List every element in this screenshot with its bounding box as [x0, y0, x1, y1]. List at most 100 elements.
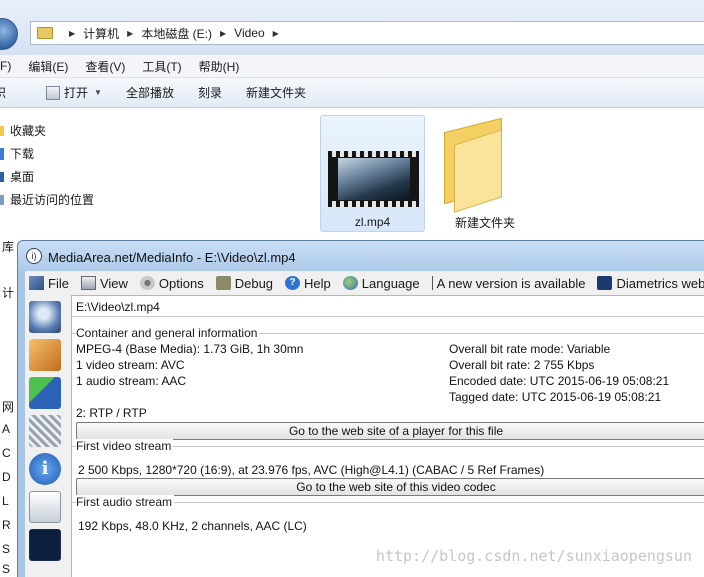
breadcrumb-video[interactable]: Video: [234, 26, 264, 40]
mediainfo-client: File View Options Debug ? Help Language A…: [25, 271, 704, 577]
chevron-right-icon: ▶: [69, 28, 76, 38]
window-title: MediaArea.net/MediaInfo - E:\Video\zl.mp…: [48, 250, 296, 265]
general-tagged-date: Tagged date: UTC 2015-06-19 05:08:21: [449, 390, 662, 404]
mediainfo-easy-view: E:\Video\zl.mp4 Container and general in…: [71, 295, 704, 577]
menu-help[interactable]: 帮助(H): [199, 58, 240, 75]
info-tool-icon[interactable]: i: [29, 453, 61, 485]
tree-item[interactable]: R: [2, 518, 11, 532]
menu-help[interactable]: ? Help: [285, 276, 331, 291]
diametrics-icon: [597, 276, 613, 290]
open-folder-tool-icon[interactable]: [29, 339, 61, 371]
chevron-right-icon: ▶: [220, 28, 227, 38]
tree-item[interactable]: C: [2, 446, 11, 460]
menu-view[interactable]: View: [80, 275, 128, 291]
general-encoded-date: Encoded date: UTC 2015-06-19 05:08:21: [449, 374, 670, 388]
menu-diametrics[interactable]: Diametrics web: [597, 276, 704, 291]
download-icon: [0, 147, 4, 160]
general-group-title: Container and general information: [76, 326, 260, 340]
mediainfo-title-bar[interactable]: i) MediaArea.net/MediaInfo - E:\Video\zl…: [18, 241, 704, 271]
export-tool-icon[interactable]: [29, 377, 61, 409]
open-file-tool-icon[interactable]: [29, 301, 61, 333]
options-icon: [139, 276, 155, 290]
globe-icon: [342, 276, 358, 290]
menu-label: Options: [158, 275, 204, 291]
menu-options[interactable]: Options: [139, 275, 204, 291]
tree-item[interactable]: S: [2, 542, 10, 556]
general-bitrate: Overall bit rate: 2 755 Kbps: [449, 358, 595, 372]
view-tool-icon[interactable]: [29, 491, 61, 523]
breadcrumb-drive[interactable]: 本地磁盘 (E:): [141, 25, 212, 42]
open-button[interactable]: 打开 ▼: [46, 84, 102, 101]
help-icon: ?: [285, 276, 301, 290]
star-icon: [0, 125, 4, 136]
explorer-address-area: ▶ 计算机 ▶ 本地磁盘 (E:) ▶ Video ▶: [0, 0, 704, 55]
tree-item[interactable]: D: [2, 470, 11, 484]
tree-item[interactable]: A: [2, 422, 10, 436]
tree-item[interactable]: L: [2, 494, 9, 508]
menu-label: A new version is available: [436, 275, 586, 291]
tree-item-computer[interactable]: 计: [2, 284, 14, 301]
tree-item[interactable]: S: [2, 562, 10, 576]
general-video-count: 1 video stream: AVC: [76, 358, 185, 372]
mediainfo-menu-bar: File View Options Debug ? Help Language A…: [25, 271, 704, 295]
menu-edit[interactable]: 编辑(E): [28, 58, 68, 75]
general-extra-stream: 2: RTP / RTP: [76, 406, 147, 420]
general-format: MPEG-4 (Base Media): 1.73 GiB, 1h 30mn: [76, 342, 304, 356]
sidebar-item-favorites[interactable]: 收藏夹: [0, 122, 46, 139]
sidebar-label: 下载: [10, 147, 35, 161]
menu-file[interactable]: File: [29, 276, 69, 291]
explorer-command-bar: 织 打开 ▼ 全部播放 刻录 新建文件夹: [0, 78, 704, 108]
file-item-zl-mp4[interactable]: zl.mp4: [320, 115, 425, 232]
audio-stream-info: 192 Kbps, 48.0 KHz, 2 channels, AAC (LC): [78, 519, 307, 533]
player-website-button[interactable]: Go to the web site of a player for this …: [76, 422, 704, 440]
menu-language[interactable]: Language: [342, 276, 420, 291]
menu-debug[interactable]: Debug: [215, 275, 274, 291]
watermark: http://blog.csdn.net/sunxiaopengsun: [375, 547, 692, 565]
folder-icon: [37, 27, 53, 39]
menu-label: Help: [304, 275, 331, 291]
explorer-menu-bar: F) 编辑(E) 查看(V) 工具(T) 帮助(H): [0, 55, 704, 78]
sidebar-item-recent[interactable]: 最近访问的位置: [0, 191, 94, 208]
sidebar-item-desktop[interactable]: 桌面: [0, 168, 34, 185]
burn-button[interactable]: 刻录: [198, 84, 222, 101]
menu-view[interactable]: 查看(V): [85, 58, 125, 75]
video-codec-website-button[interactable]: Go to the web site of this video codec: [76, 478, 704, 496]
breadcrumb-computer[interactable]: 计算机: [83, 25, 119, 42]
separator: [431, 276, 433, 290]
sidebar-label: 桌面: [10, 170, 35, 184]
sidebar-label: 最近访问的位置: [10, 193, 95, 207]
sidebar-label: 收藏夹: [10, 124, 47, 138]
menu-file[interactable]: F): [0, 59, 11, 73]
organize-label: 织: [0, 86, 7, 100]
open-label: 打开: [64, 86, 89, 100]
menu-label: Diametrics web: [616, 275, 704, 291]
chevron-right-icon[interactable]: ▶: [273, 29, 279, 38]
new-folder-button[interactable]: 新建文件夹: [246, 84, 306, 101]
menu-tools[interactable]: 工具(T): [142, 58, 181, 75]
mediainfo-window: i) MediaArea.net/MediaInfo - E:\Video\zl…: [17, 240, 704, 577]
video-group-title: First video stream: [76, 439, 174, 453]
mediainfo-toolbar: i: [25, 295, 71, 577]
file-name: zl.mp4: [354, 215, 391, 229]
back-button[interactable]: [0, 18, 18, 50]
recent-places-icon: [0, 194, 4, 205]
file-item-new-folder[interactable]: 新建文件夹: [440, 115, 530, 232]
divider: [72, 316, 704, 317]
waveform-tool-icon[interactable]: [29, 529, 61, 561]
sidebar-item-downloads[interactable]: 下载: [0, 145, 34, 162]
file-name: 新建文件夹: [454, 216, 515, 230]
tree-item-network[interactable]: 网: [2, 398, 14, 415]
menu-new-version[interactable]: A new version is available: [431, 275, 586, 291]
menu-label: Debug: [234, 275, 274, 291]
open-icon: [46, 85, 61, 100]
preferences-tool-icon[interactable]: [29, 415, 61, 447]
general-audio-count: 1 audio stream: AAC: [76, 374, 187, 388]
organize-button[interactable]: 织: [0, 84, 6, 101]
play-all-button[interactable]: 全部播放: [126, 84, 174, 101]
menu-label: View: [99, 275, 128, 291]
file-path-select[interactable]: E:\Video\zl.mp4: [76, 300, 160, 314]
audio-group: First audio stream: [72, 495, 704, 509]
tree-item-libraries[interactable]: 库: [2, 238, 14, 255]
desktop-icon: [0, 171, 4, 182]
address-bar[interactable]: ▶ 计算机 ▶ 本地磁盘 (E:) ▶ Video ▶: [30, 21, 704, 45]
